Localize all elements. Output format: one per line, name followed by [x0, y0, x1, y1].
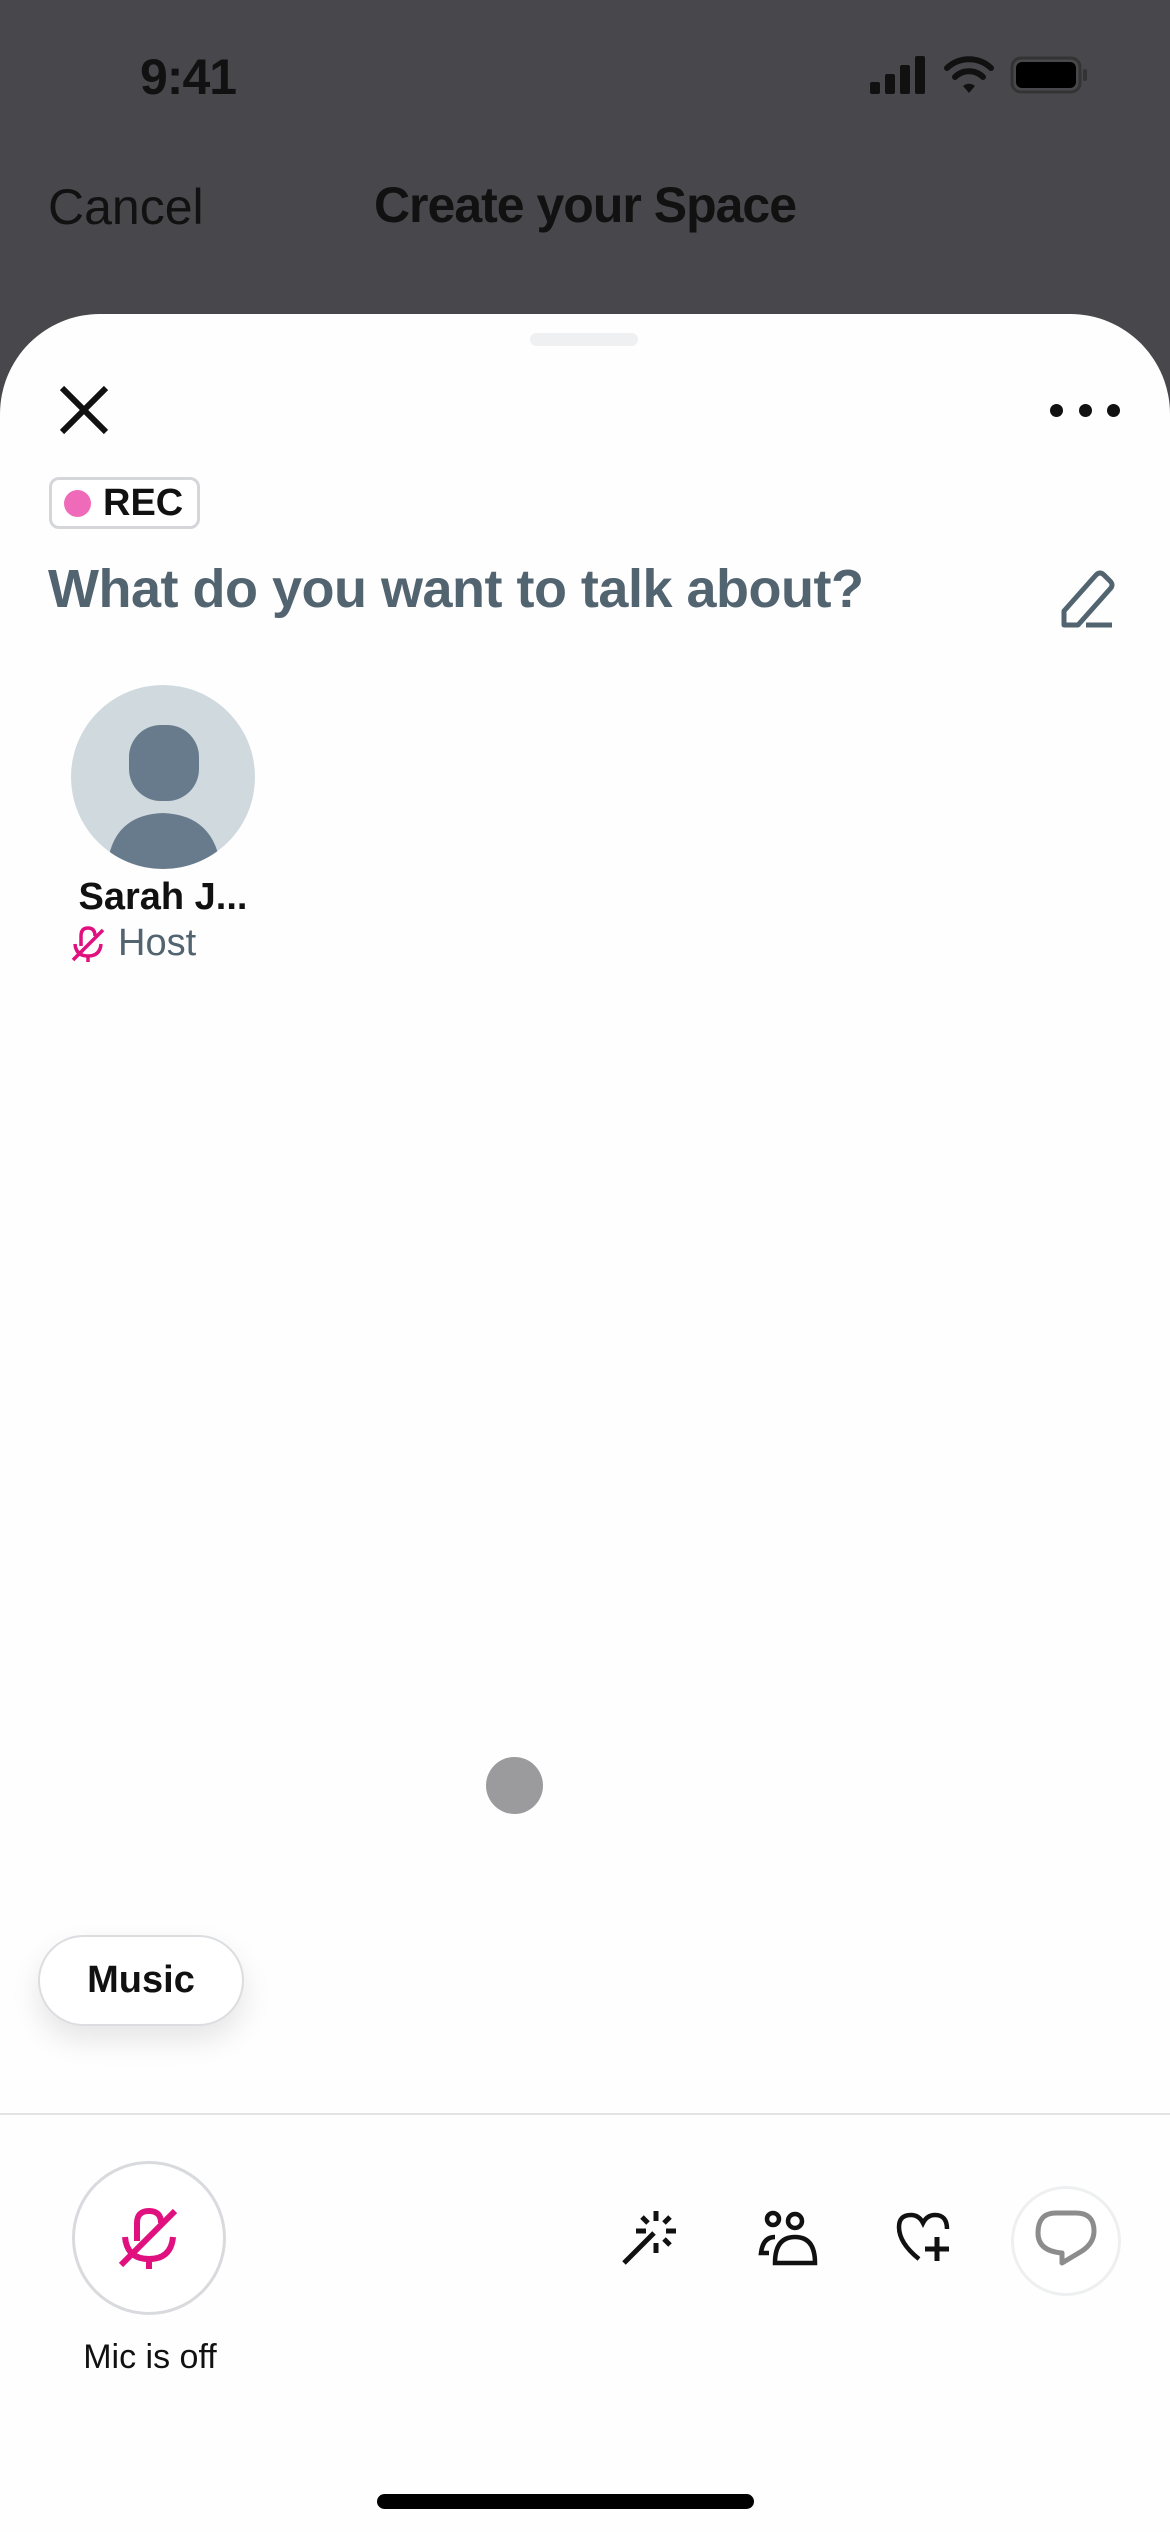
invite-people-button[interactable]	[747, 2197, 827, 2277]
status-icons	[870, 56, 1090, 94]
rec-label: REC	[103, 481, 184, 524]
effects-button[interactable]	[610, 2197, 690, 2277]
avatar[interactable]	[71, 685, 255, 869]
mic-off-icon	[118, 2207, 178, 2269]
touch-indicator	[486, 1757, 543, 1814]
add-cohost-button[interactable]	[885, 2197, 965, 2277]
rec-badge: REC	[49, 477, 201, 529]
more-horizontal-icon-dot	[1107, 403, 1120, 417]
pencil-icon	[1061, 570, 1115, 628]
participant-role: Host	[70, 922, 196, 965]
participant-name: Sarah J...	[78, 876, 248, 918]
more-horizontal-icon-dot	[1078, 403, 1092, 417]
heart-plus-icon	[896, 2212, 950, 2261]
sheet-grabber[interactable]	[530, 333, 638, 346]
home-indicator[interactable]	[377, 2494, 754, 2509]
wifi-icon	[944, 56, 994, 93]
role-label: Host	[118, 922, 197, 964]
edit-topic-button[interactable]	[1052, 565, 1122, 635]
toolbar-divider	[0, 2113, 1170, 2115]
more-options-button[interactable]	[1050, 390, 1120, 430]
default-avatar-icon	[107, 725, 221, 869]
people-icon	[758, 2210, 818, 2266]
close-icon	[59, 385, 109, 435]
status-time: 9:41	[140, 49, 237, 105]
magic-wand-icon	[622, 2211, 676, 2265]
cellular-signal-icon	[870, 56, 925, 94]
close-button[interactable]	[54, 380, 114, 440]
chat-button[interactable]	[1011, 2186, 1121, 2296]
chat-bubble-icon	[1035, 2210, 1097, 2266]
recording-dot-icon	[64, 489, 91, 517]
more-horizontal-icon-dot	[1050, 403, 1063, 417]
music-button[interactable]: Music	[38, 1935, 244, 2026]
mic-toggle-button[interactable]	[72, 2161, 226, 2315]
page-title: Create your Space	[373, 177, 797, 233]
mic-status-label: Mic is off	[83, 2338, 217, 2376]
space-topic-heading[interactable]: What do you want to talk about?	[48, 558, 864, 620]
mic-off-icon	[71, 925, 105, 962]
battery-icon	[1010, 56, 1087, 94]
